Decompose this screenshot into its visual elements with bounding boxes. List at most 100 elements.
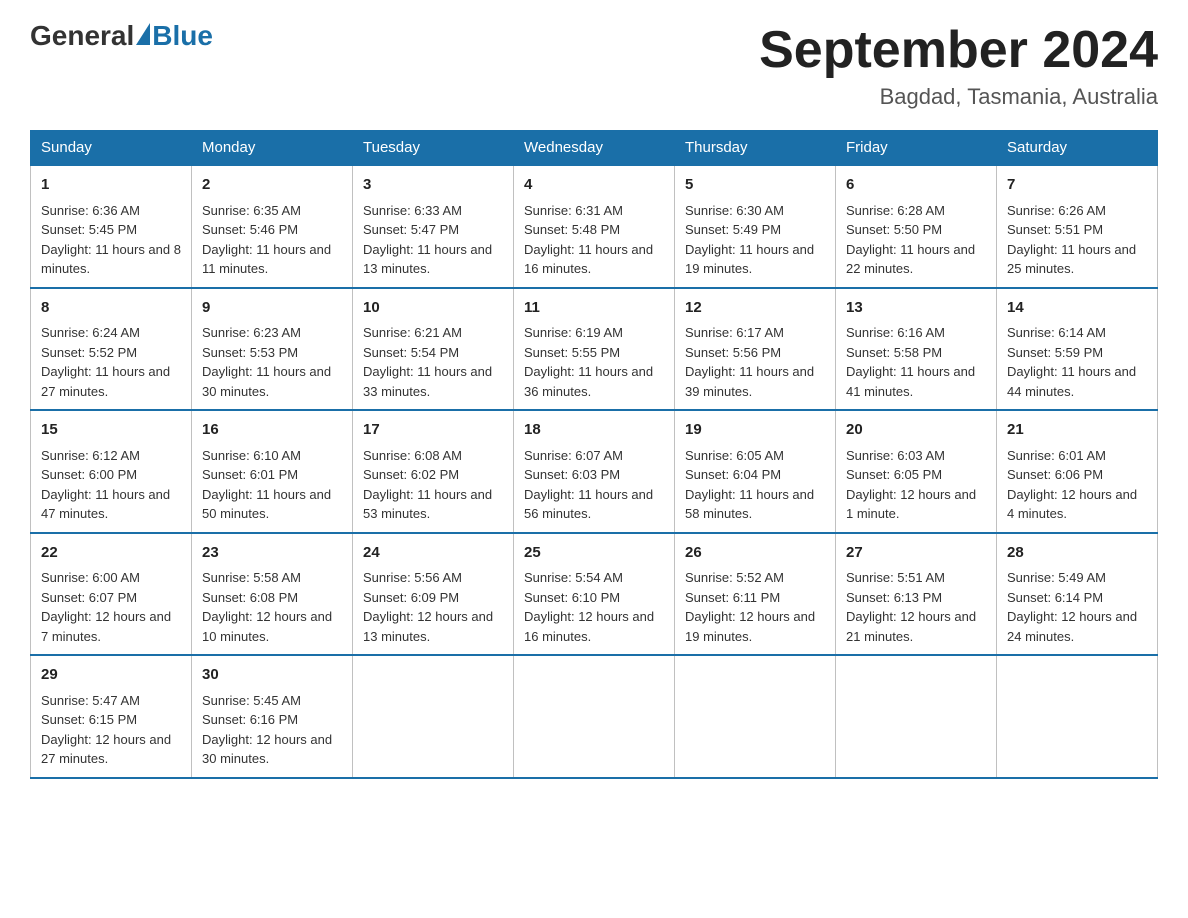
- calendar-cell: 21Sunrise: 6:01 AMSunset: 6:06 PMDayligh…: [997, 410, 1158, 533]
- calendar-cell: 10 Sunrise: 6:21 AMSunset: 5:54 PMDayligh…: [353, 288, 514, 411]
- day-number: 12: [685, 297, 825, 320]
- day-info: Sunrise: 6:33 AMSunset: 5:47 PMDaylight:…: [363, 201, 503, 279]
- title-block: September 2024 Bagdad, Tasmania, Austral…: [759, 20, 1158, 110]
- day-info: Sunrise: 6:16 AMSunset: 5:58 PMDaylight:…: [846, 323, 986, 401]
- calendar-cell: 22 Sunrise: 6:00 AMSunset: 6:07 PMDayligh…: [31, 533, 192, 656]
- day-number: 5: [685, 174, 825, 197]
- day-info: Sunrise: 6:17 AMSunset: 5:56 PMDaylight:…: [685, 323, 825, 401]
- calendar-cell: 27Sunrise: 5:51 AMSunset: 6:13 PMDayligh…: [836, 533, 997, 656]
- day-number: 30: [202, 664, 342, 687]
- day-info: Sunrise: 6:31 AMSunset: 5:48 PMDaylight:…: [524, 201, 664, 279]
- calendar-header: SundayMondayTuesdayWednesdayThursdayFrid…: [31, 131, 1158, 166]
- calendar-cell: 6Sunrise: 6:28 AMSunset: 5:50 PMDaylight…: [836, 165, 997, 288]
- day-number: 10: [363, 297, 503, 320]
- day-number: 21: [1007, 419, 1147, 442]
- day-info: Sunrise: 6:14 AMSunset: 5:59 PMDaylight:…: [1007, 323, 1147, 401]
- day-info: Sunrise: 6:26 AMSunset: 5:51 PMDaylight:…: [1007, 201, 1147, 279]
- day-number: 24: [363, 542, 503, 565]
- day-number: 27: [846, 542, 986, 565]
- calendar-cell: 4 Sunrise: 6:31 AMSunset: 5:48 PMDaylight…: [514, 165, 675, 288]
- col-header-saturday: Saturday: [997, 131, 1158, 166]
- day-info: Sunrise: 5:58 AMSunset: 6:08 PMDaylight:…: [202, 568, 342, 646]
- day-info: Sunrise: 6:36 AMSunset: 5:45 PMDaylight:…: [41, 201, 181, 279]
- day-info: Sunrise: 6:30 AMSunset: 5:49 PMDaylight:…: [685, 201, 825, 279]
- calendar-cell: 30Sunrise: 5:45 AMSunset: 6:16 PMDayligh…: [192, 655, 353, 778]
- day-info: Sunrise: 5:49 AMSunset: 6:14 PMDaylight:…: [1007, 568, 1147, 646]
- day-number: 6: [846, 174, 986, 197]
- day-number: 3: [363, 174, 503, 197]
- day-number: 4: [524, 174, 664, 197]
- day-number: 20: [846, 419, 986, 442]
- day-number: 25: [524, 542, 664, 565]
- calendar-week-5: 29Sunrise: 5:47 AMSunset: 6:15 PMDayligh…: [31, 655, 1158, 778]
- calendar-cell: [997, 655, 1158, 778]
- calendar-cell: 14Sunrise: 6:14 AMSunset: 5:59 PMDayligh…: [997, 288, 1158, 411]
- day-number: 26: [685, 542, 825, 565]
- month-title: September 2024: [759, 20, 1158, 80]
- day-info: Sunrise: 6:21 AMSunset: 5:54 PMDaylight:…: [363, 323, 503, 401]
- calendar-cell: 5 Sunrise: 6:30 AMSunset: 5:49 PMDaylight…: [675, 165, 836, 288]
- calendar-week-4: 22 Sunrise: 6:00 AMSunset: 6:07 PMDayligh…: [31, 533, 1158, 656]
- calendar-cell: 18Sunrise: 6:07 AMSunset: 6:03 PMDayligh…: [514, 410, 675, 533]
- calendar-cell: 11 Sunrise: 6:19 AMSunset: 5:55 PMDayligh…: [514, 288, 675, 411]
- location-subtitle: Bagdad, Tasmania, Australia: [759, 84, 1158, 110]
- day-info: Sunrise: 5:52 AMSunset: 6:11 PMDaylight:…: [685, 568, 825, 646]
- calendar-body: 1 Sunrise: 6:36 AMSunset: 5:45 PMDaylight…: [31, 165, 1158, 778]
- calendar-cell: 28Sunrise: 5:49 AMSunset: 6:14 PMDayligh…: [997, 533, 1158, 656]
- day-number: 16: [202, 419, 342, 442]
- calendar-cell: [836, 655, 997, 778]
- day-number: 15: [41, 419, 181, 442]
- day-info: Sunrise: 6:03 AMSunset: 6:05 PMDaylight:…: [846, 446, 986, 524]
- logo: General Blue: [30, 20, 213, 52]
- day-number: 1: [41, 174, 181, 197]
- calendar-cell: 1 Sunrise: 6:36 AMSunset: 5:45 PMDaylight…: [31, 165, 192, 288]
- day-info: Sunrise: 6:23 AMSunset: 5:53 PMDaylight:…: [202, 323, 342, 401]
- calendar-week-3: 15 Sunrise: 6:12 AMSunset: 6:00 PMDayligh…: [31, 410, 1158, 533]
- day-number: 7: [1007, 174, 1147, 197]
- col-header-sunday: Sunday: [31, 131, 192, 166]
- calendar-cell: 17 Sunrise: 6:08 AMSunset: 6:02 PMDayligh…: [353, 410, 514, 533]
- day-info: Sunrise: 5:54 AMSunset: 6:10 PMDaylight:…: [524, 568, 664, 646]
- col-header-monday: Monday: [192, 131, 353, 166]
- day-number: 2: [202, 174, 342, 197]
- calendar-cell: 15 Sunrise: 6:12 AMSunset: 6:00 PMDayligh…: [31, 410, 192, 533]
- calendar-cell: 16 Sunrise: 6:10 AMSunset: 6:01 PMDayligh…: [192, 410, 353, 533]
- logo-general-text: General: [30, 20, 134, 52]
- day-info: Sunrise: 6:10 AMSunset: 6:01 PMDaylight:…: [202, 446, 342, 524]
- calendar-cell: [675, 655, 836, 778]
- calendar-cell: [514, 655, 675, 778]
- day-number: 13: [846, 297, 986, 320]
- calendar-week-2: 8 Sunrise: 6:24 AMSunset: 5:52 PMDaylight…: [31, 288, 1158, 411]
- calendar-table: SundayMondayTuesdayWednesdayThursdayFrid…: [30, 130, 1158, 779]
- day-info: Sunrise: 6:24 AMSunset: 5:52 PMDaylight:…: [41, 323, 181, 401]
- day-info: Sunrise: 6:00 AMSunset: 6:07 PMDaylight:…: [41, 568, 181, 646]
- calendar-cell: 20 Sunrise: 6:03 AMSunset: 6:05 PMDayligh…: [836, 410, 997, 533]
- calendar-cell: 9 Sunrise: 6:23 AMSunset: 5:53 PMDaylight…: [192, 288, 353, 411]
- calendar-cell: 7 Sunrise: 6:26 AMSunset: 5:51 PMDaylight…: [997, 165, 1158, 288]
- calendar-cell: 19Sunrise: 6:05 AMSunset: 6:04 PMDayligh…: [675, 410, 836, 533]
- day-info: Sunrise: 6:12 AMSunset: 6:00 PMDaylight:…: [41, 446, 181, 524]
- day-number: 22: [41, 542, 181, 565]
- calendar-cell: 24 Sunrise: 5:56 AMSunset: 6:09 PMDayligh…: [353, 533, 514, 656]
- day-number: 11: [524, 297, 664, 320]
- day-number: 19: [685, 419, 825, 442]
- calendar-cell: 3 Sunrise: 6:33 AMSunset: 5:47 PMDaylight…: [353, 165, 514, 288]
- calendar-cell: 25 Sunrise: 5:54 AMSunset: 6:10 PMDayligh…: [514, 533, 675, 656]
- calendar-cell: 29Sunrise: 5:47 AMSunset: 6:15 PMDayligh…: [31, 655, 192, 778]
- day-number: 18: [524, 419, 664, 442]
- day-number: 8: [41, 297, 181, 320]
- day-info: Sunrise: 5:47 AMSunset: 6:15 PMDaylight:…: [41, 691, 181, 769]
- calendar-cell: 2Sunrise: 6:35 AMSunset: 5:46 PMDaylight…: [192, 165, 353, 288]
- day-info: Sunrise: 6:08 AMSunset: 6:02 PMDaylight:…: [363, 446, 503, 524]
- day-number: 17: [363, 419, 503, 442]
- calendar-cell: 13 Sunrise: 6:16 AMSunset: 5:58 PMDayligh…: [836, 288, 997, 411]
- day-info: Sunrise: 6:19 AMSunset: 5:55 PMDaylight:…: [524, 323, 664, 401]
- calendar-cell: [353, 655, 514, 778]
- logo-triangle-icon: [136, 23, 150, 45]
- col-header-wednesday: Wednesday: [514, 131, 675, 166]
- calendar-cell: 23Sunrise: 5:58 AMSunset: 6:08 PMDayligh…: [192, 533, 353, 656]
- col-header-thursday: Thursday: [675, 131, 836, 166]
- day-number: 9: [202, 297, 342, 320]
- calendar-cell: 12 Sunrise: 6:17 AMSunset: 5:56 PMDayligh…: [675, 288, 836, 411]
- day-info: Sunrise: 5:56 AMSunset: 6:09 PMDaylight:…: [363, 568, 503, 646]
